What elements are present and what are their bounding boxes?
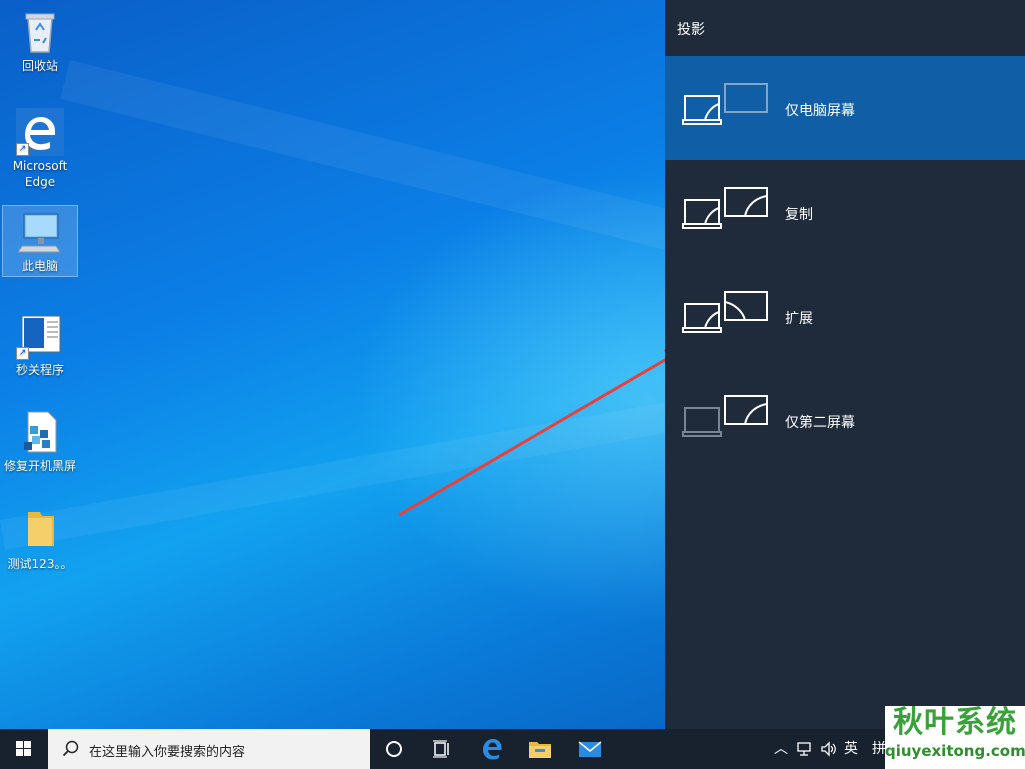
project-panel: 投影 仅电脑屏幕 复制 扩展 仅第二屏幕 — [665, 0, 1025, 729]
file-explorer-icon — [529, 742, 551, 758]
taskbar-mail-button[interactable] — [566, 729, 614, 769]
cortana-button[interactable] — [370, 729, 418, 769]
windows-logo-icon — [16, 741, 31, 756]
ime-mode-button[interactable]: 拼 — [872, 729, 886, 769]
option-label: 仅第二屏幕 — [785, 415, 855, 431]
desktop-icon-label: 修复开机黑屏 — [3, 459, 76, 473]
panel-title: 投影 — [677, 22, 705, 38]
repair-icon — [16, 408, 64, 456]
ime-language-button[interactable]: 英 — [844, 729, 858, 769]
watermark-title: 秋叶系统 — [893, 705, 1017, 740]
option-label: 扩展 — [785, 311, 813, 327]
second-screen-only-icon — [682, 395, 768, 437]
desktop-icon-recycle-bin[interactable]: 回收站 — [2, 6, 78, 76]
this-pc-icon — [16, 208, 64, 256]
task-view-button[interactable] — [418, 729, 466, 769]
desktop-icon-label: 测试123。。 — [7, 557, 73, 571]
shortcut-arrow-icon: ↗ — [16, 143, 29, 156]
taskbar-edge-button[interactable] — [468, 729, 516, 769]
search-icon — [62, 740, 79, 757]
taskbar: 在这里输入你要搜索的内容 ︿ 英 拼 — [0, 729, 1025, 769]
desktop-icon-edge[interactable]: ↗ Microsoft Edge — [2, 106, 78, 192]
taskbar-file-explorer-button[interactable] — [516, 729, 564, 769]
option-duplicate[interactable]: 复制 — [665, 160, 1025, 264]
desktop-icon-repair[interactable]: 修复开机黑屏 — [2, 406, 78, 476]
duplicate-icon — [682, 187, 768, 229]
start-button[interactable] — [0, 729, 48, 769]
watermark-logo: 秋叶系统 qiuyexitong.com — [885, 706, 1025, 769]
cortana-icon — [386, 741, 402, 757]
desktop-icon-this-pc[interactable]: 此电脑 — [2, 205, 78, 277]
recycle-bin-icon — [16, 8, 64, 56]
option-second-screen-only[interactable]: 仅第二屏幕 — [665, 368, 1025, 472]
edge-icon: ↗ — [16, 108, 64, 156]
desktop-icon-label: 回收站 — [21, 59, 58, 73]
tray-chevron-icon[interactable]: ︿ — [774, 729, 788, 769]
search-placeholder: 在这里输入你要搜索的内容 — [89, 745, 246, 760]
edge-icon — [483, 739, 502, 760]
extend-icon — [682, 291, 768, 333]
network-icon[interactable] — [796, 729, 814, 769]
taskbar-search-box[interactable]: 在这里输入你要搜索的内容 — [48, 729, 370, 769]
desktop-icon-folder[interactable]: 测试123。。 — [2, 504, 78, 574]
task-view-icon — [433, 740, 449, 758]
folder-icon — [16, 506, 64, 554]
program-icon: ↗ — [16, 312, 64, 360]
light-beam — [60, 60, 750, 269]
pc-screen-only-icon — [682, 83, 768, 125]
option-pc-screen-only[interactable]: 仅电脑屏幕 — [665, 56, 1025, 160]
shortcut-arrow-icon: ↗ — [16, 347, 29, 360]
option-label: 复制 — [785, 207, 813, 223]
desktop-icon-label: Microsoft Edge — [12, 159, 68, 189]
light-beam — [0, 398, 695, 550]
option-extend[interactable]: 扩展 — [665, 264, 1025, 368]
watermark-url: qiuyexitong.com — [885, 742, 1025, 760]
option-label: 仅电脑屏幕 — [785, 103, 855, 119]
desktop-icon-label: 秒关程序 — [15, 363, 64, 377]
mail-icon — [578, 741, 602, 757]
volume-icon[interactable] — [820, 729, 838, 769]
desktop-icon-label: 此电脑 — [21, 259, 58, 273]
desktop-icon-program[interactable]: ↗ 秒关程序 — [2, 310, 78, 380]
